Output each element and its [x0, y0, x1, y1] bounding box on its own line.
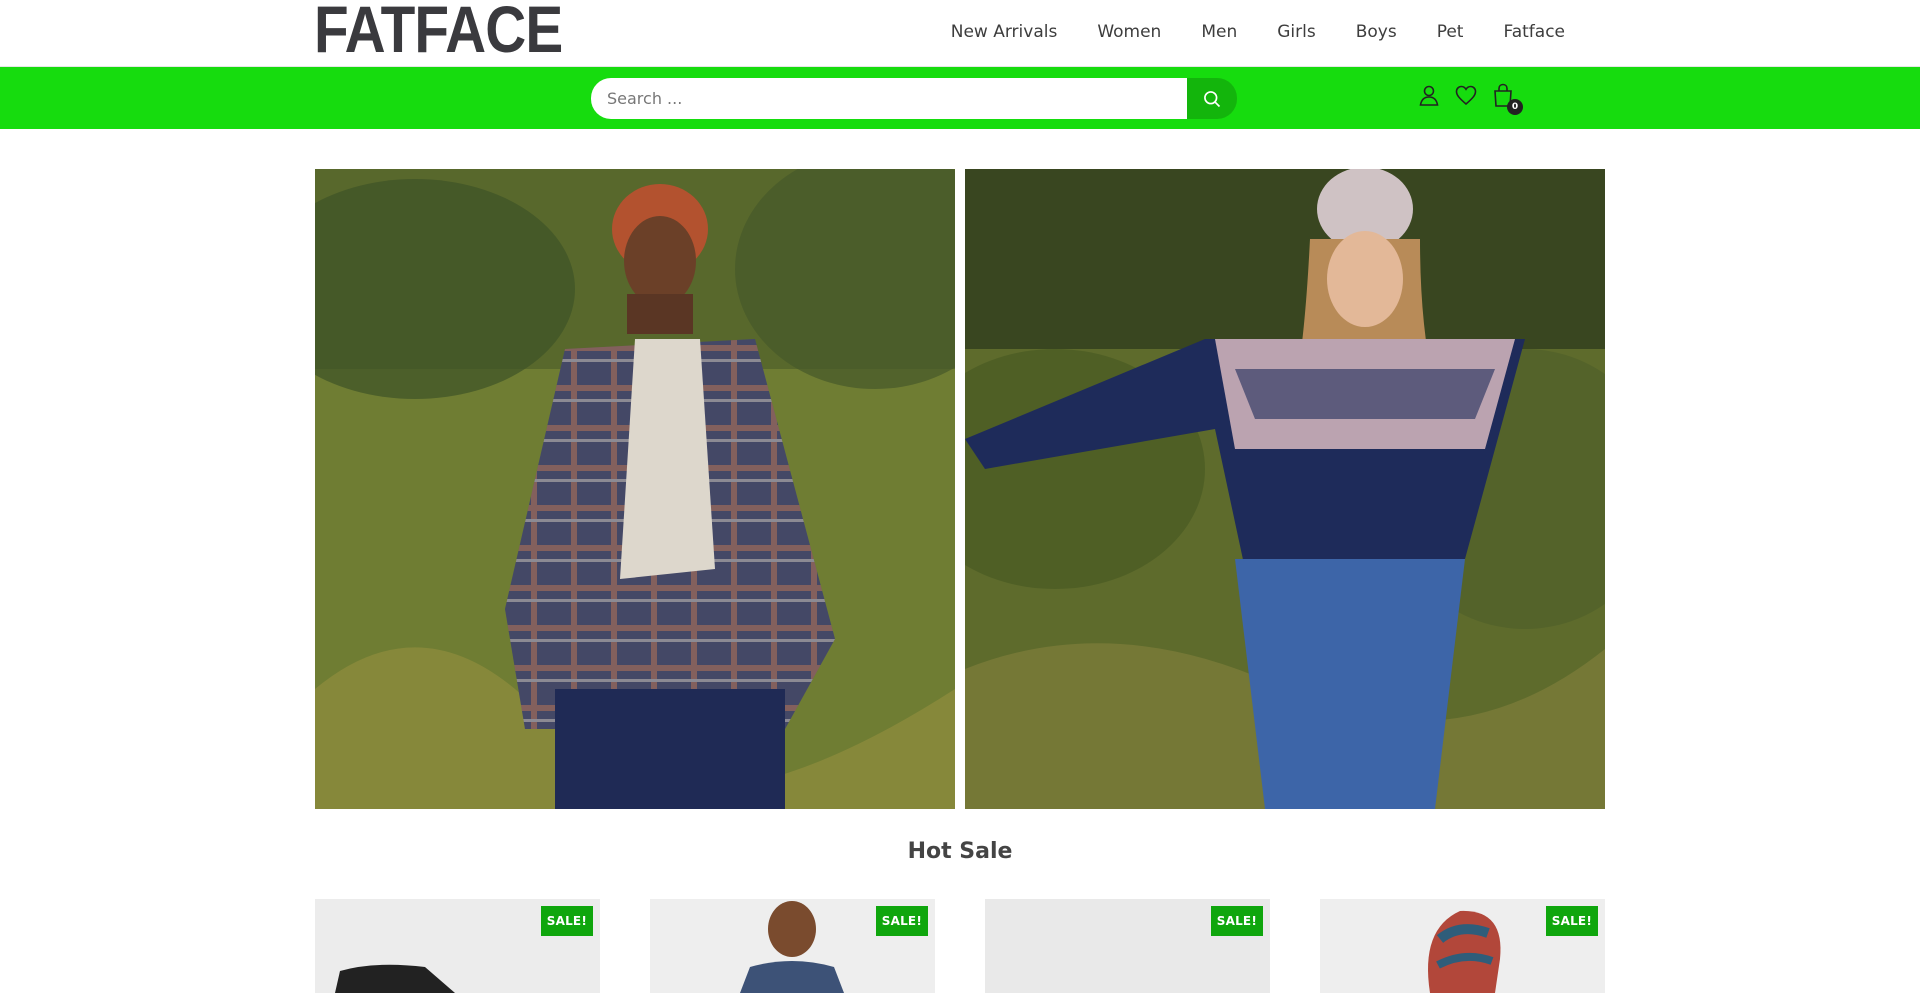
search-bar-strip: 0 [0, 67, 1920, 129]
sale-badge: SALE! [875, 906, 928, 936]
product-card[interactable]: SALE! [985, 899, 1270, 993]
sale-badge: SALE! [1545, 906, 1598, 936]
nav-women[interactable]: Women [1097, 22, 1161, 42]
site-logo[interactable]: FATFACE [314, 0, 563, 64]
wishlist-button[interactable] [1454, 81, 1478, 109]
cart-count-badge: 0 [1507, 99, 1523, 115]
nav-boys[interactable]: Boys [1356, 22, 1397, 42]
hero-image-women[interactable] [965, 169, 1605, 809]
account-button[interactable] [1417, 81, 1441, 109]
search-button[interactable] [1187, 78, 1237, 119]
search-form [591, 78, 1237, 119]
heart-icon [1455, 85, 1477, 106]
product-card[interactable]: SALE! [1320, 899, 1605, 993]
product-card[interactable]: SALE! [650, 899, 935, 993]
nav-men[interactable]: Men [1201, 22, 1237, 42]
account-icons: 0 [1417, 81, 1523, 115]
man-in-plaid-shirt-photo [315, 169, 955, 809]
sale-badge: SALE! [1210, 906, 1263, 936]
nav-girls[interactable]: Girls [1277, 22, 1315, 42]
search-input[interactable] [591, 78, 1188, 119]
sale-badge: SALE! [540, 906, 593, 936]
user-icon [1419, 85, 1439, 106]
site-header: FATFACE New Arrivals Women Men Girls Boy… [0, 0, 1920, 67]
hero-image-men[interactable] [315, 169, 955, 809]
product-card[interactable]: SALE! [315, 899, 600, 993]
search-icon [1204, 90, 1221, 107]
main-nav: New Arrivals Women Men Girls Boys Pet Fa… [951, 22, 1565, 42]
section-title-hot-sale: Hot Sale [907, 839, 1013, 864]
nav-new-arrivals[interactable]: New Arrivals [951, 22, 1058, 42]
nav-fatface[interactable]: Fatface [1503, 22, 1565, 42]
nav-pet[interactable]: Pet [1437, 22, 1464, 42]
woman-in-fair-isle-sweater-photo [965, 169, 1605, 809]
cart-button[interactable]: 0 [1491, 81, 1523, 115]
